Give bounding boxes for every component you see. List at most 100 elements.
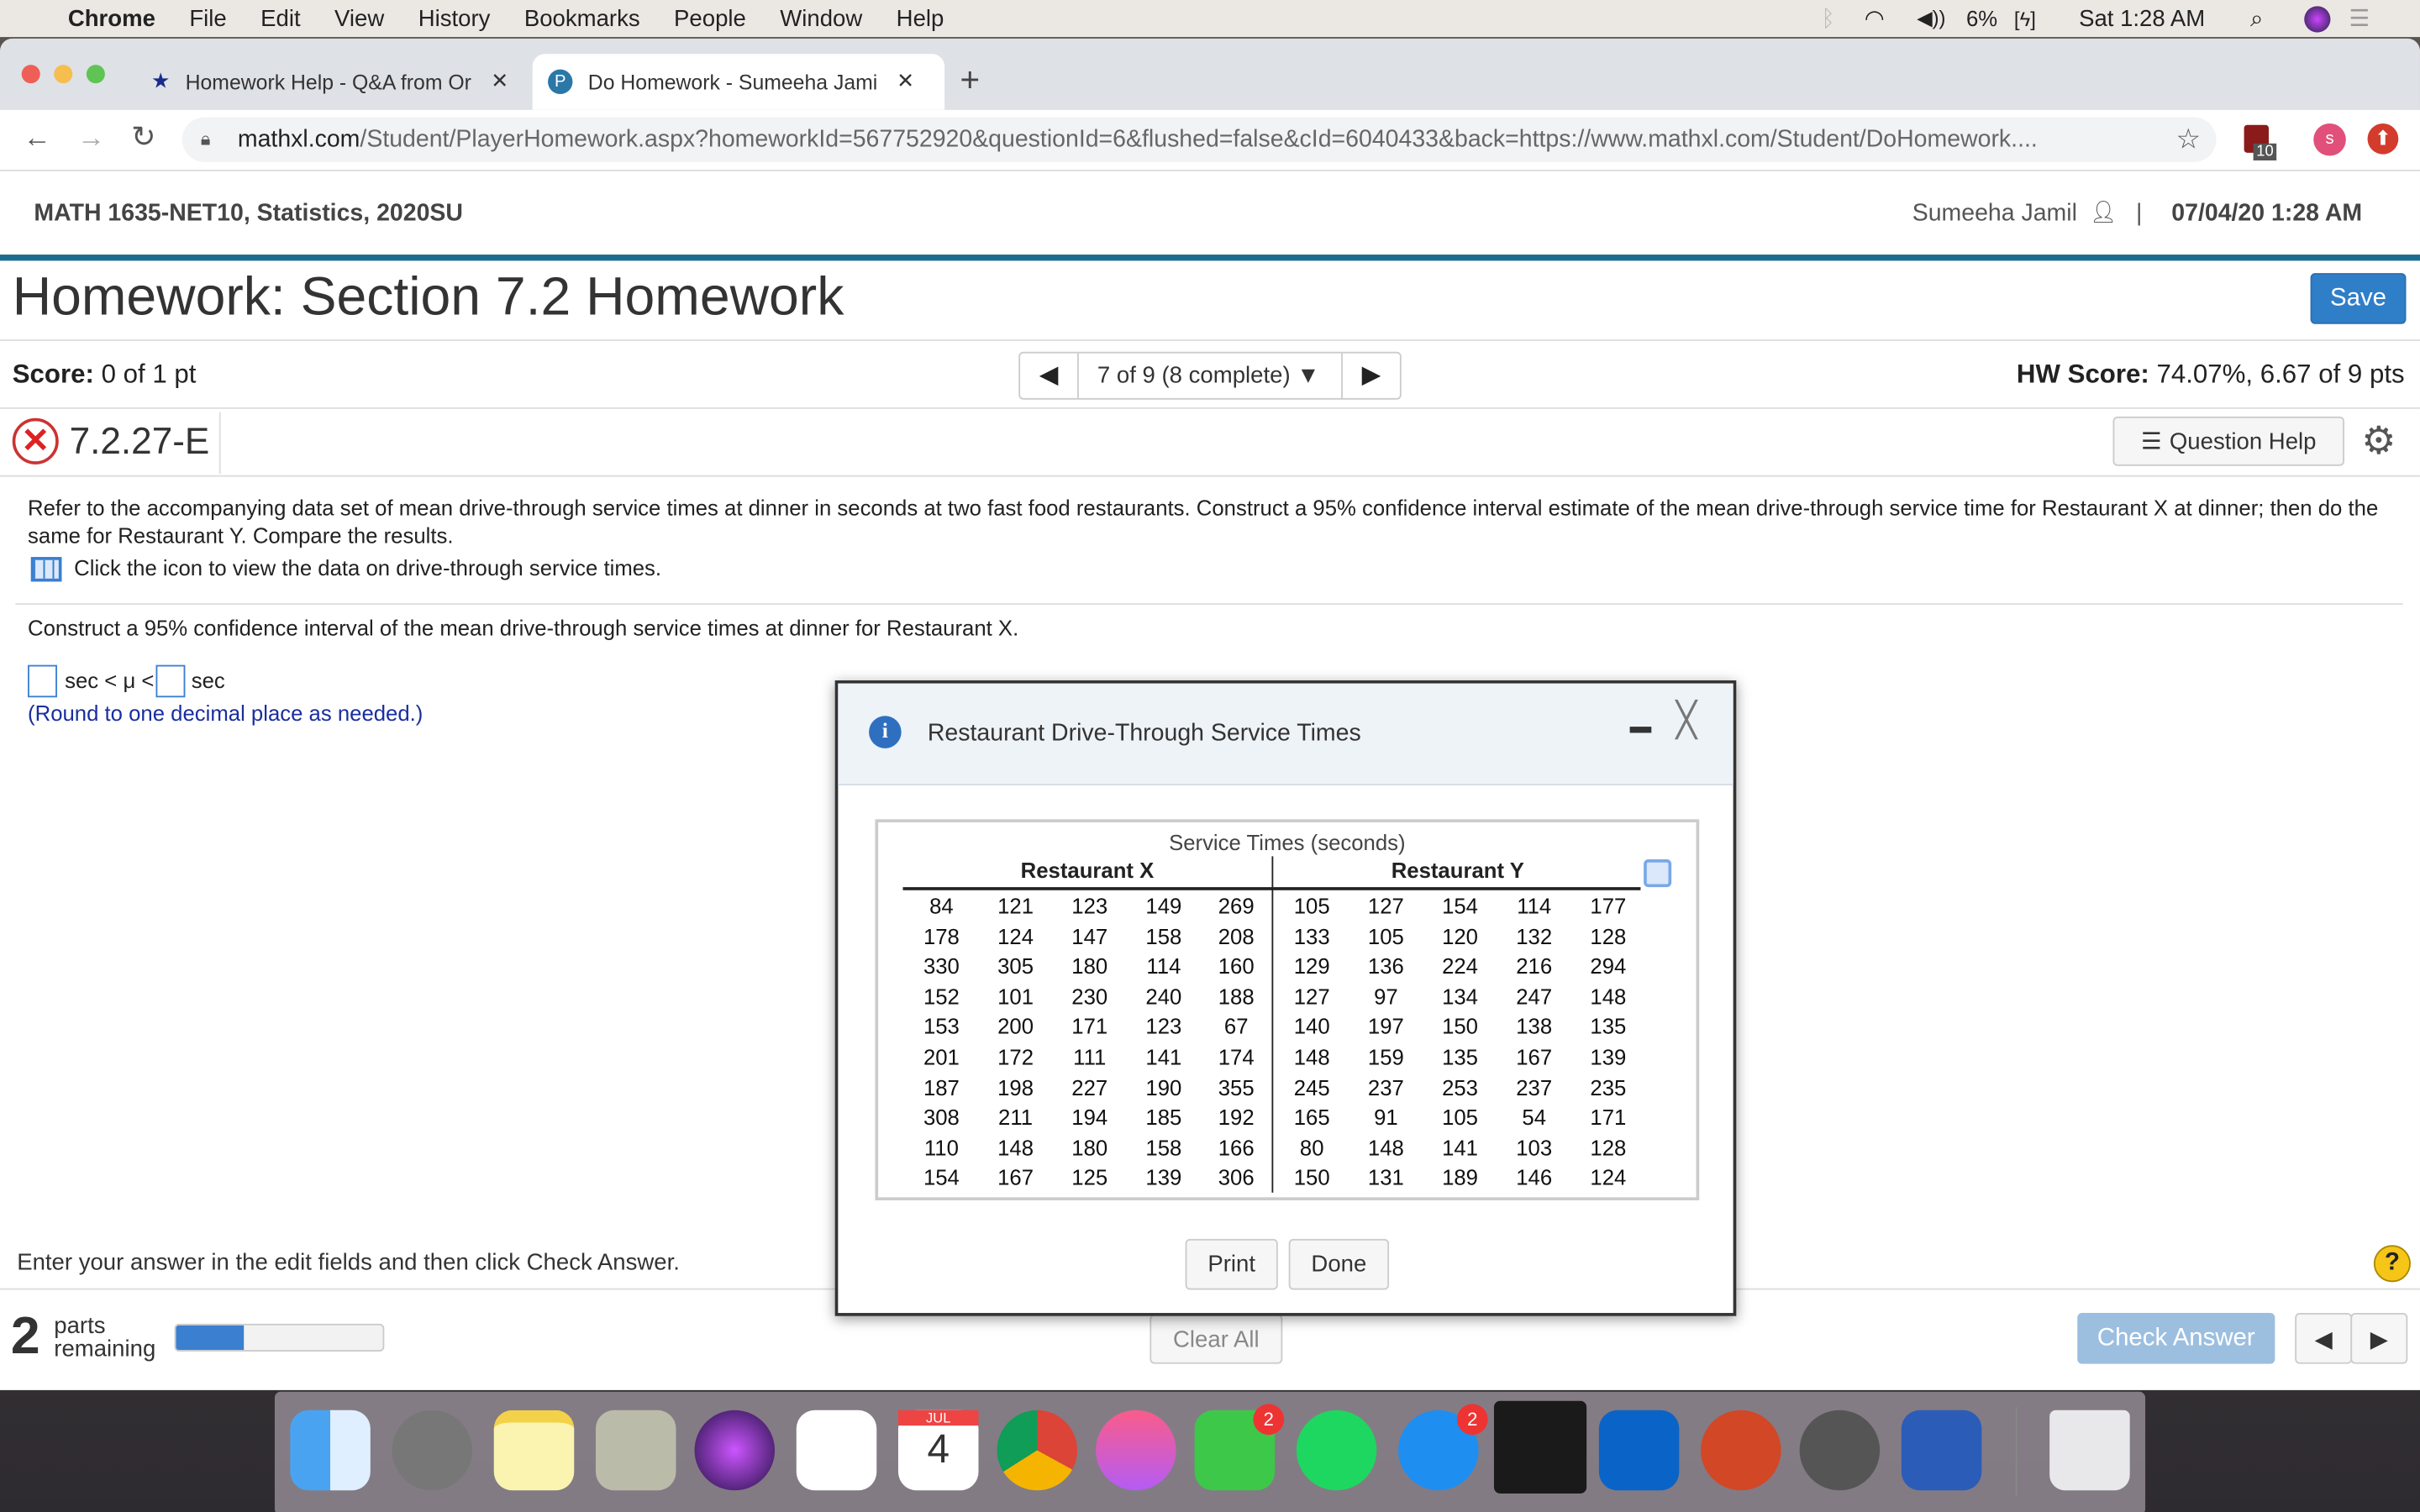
previous-question-button[interactable]: ◀ [1020,353,1079,398]
calendar-icon[interactable]: JUL 4 [897,1410,979,1491]
system-preferences-icon[interactable] [1799,1410,1881,1491]
forward-icon[interactable]: → [77,122,105,155]
table-cell: 237 [1367,1074,1404,1100]
unit-label: sec < μ < [65,668,155,693]
powerpoint-icon[interactable] [1701,1410,1781,1491]
siri-icon[interactable] [2304,6,2331,33]
previous-button[interactable]: ◀ [2295,1313,2353,1364]
table-cell: 200 [997,1014,1034,1039]
question-select[interactable]: 7 of 9 (8 complete) ▼ [1097,363,1320,389]
menu-history[interactable]: History [418,5,491,31]
table-cell: 67 [1223,1014,1249,1039]
table-cell: 125 [1071,1165,1108,1190]
question-navigator: ◀ 7 of 9 (8 complete) ▼ ▶ [1018,351,1402,400]
next-question-button[interactable]: ▶ [1341,353,1400,398]
trash-icon[interactable] [2049,1410,2130,1491]
data-table-icon[interactable] [30,557,62,582]
close-tab-icon[interactable]: ✕ [491,70,508,94]
table-cell: 158 [1145,923,1182,948]
menu-help[interactable]: Help [897,5,944,31]
notification-center-icon[interactable]: ☰ [2349,5,2370,33]
table-cell: 167 [997,1165,1034,1190]
menu-app[interactable]: Chrome [68,5,155,31]
close-window-button[interactable] [21,65,40,84]
menu-bookmarks[interactable]: Bookmarks [524,5,640,31]
table-cell: 133 [1293,923,1330,948]
done-button[interactable]: Done [1288,1238,1390,1290]
minimize-icon[interactable] [1629,727,1652,733]
table-cell: 174 [1218,1044,1255,1069]
table-cell: 121 [997,893,1034,918]
launchpad-icon[interactable] [392,1410,473,1491]
address-bar[interactable]: 🔒︎ mathxl.com/Student/PlayerHomework.asp… [182,117,2217,162]
outlook-icon[interactable] [1598,1410,1680,1491]
menu-view[interactable]: View [334,5,384,31]
settings-gear-icon[interactable]: ⚙ [2361,418,2396,465]
table-cell: 97 [1374,984,1398,1009]
menu-edit[interactable]: Edit [260,5,300,31]
battery-percent[interactable]: 6% [1966,6,1997,30]
help-icon[interactable]: ? [2373,1245,2411,1283]
question-text: Refer to the accompanying data set of me… [28,495,2379,549]
table-cell: 294 [1590,953,1627,979]
music-icon[interactable] [1096,1410,1176,1491]
clock[interactable]: Sat 1:28 AM [2079,5,2205,31]
list-icon: ☰ [2140,428,2162,455]
minimize-window-button[interactable] [54,65,73,84]
bookmark-star-icon[interactable]: ☆ [2175,123,2202,156]
profile-avatar[interactable]: s [2313,123,2346,156]
finder-icon[interactable] [290,1410,371,1491]
menu-people[interactable]: People [674,5,746,31]
table-cell: 154 [923,1165,960,1190]
spotlight-icon[interactable]: ⌕ [2250,5,2263,31]
back-icon[interactable]: ← [24,122,51,155]
lower-bound-input[interactable] [28,664,57,698]
tab-do-homework[interactable]: P Do Homework - Sumeeha Jami ✕ [532,54,945,110]
update-icon[interactable]: ⬆ [2367,123,2399,155]
date-time: 07/04/20 1:28 AM [2171,200,2363,227]
table-cell: 124 [1590,1165,1627,1190]
next-button[interactable]: ▶ [2350,1313,2408,1364]
new-tab-button[interactable]: + [960,60,980,101]
user-name[interactable]: Sumeeha Jamil [1912,201,2077,228]
spotify-icon[interactable] [1296,1410,1377,1491]
notes-icon[interactable] [493,1410,575,1491]
zoom-window-button[interactable] [86,65,105,84]
question-help-button[interactable]: ☰ Question Help [2112,416,2344,466]
clear-all-button[interactable]: Clear All [1150,1314,1283,1364]
rounding-hint: (Round to one decimal place as needed.) [28,700,424,726]
close-tab-icon[interactable]: ✕ [897,70,914,94]
reminders-icon[interactable] [796,1410,877,1491]
kindle-icon[interactable] [1493,1400,1587,1494]
table-cell: 197 [1367,1014,1404,1039]
user-icon: 👤︎ [2089,198,2118,224]
table-cell: 355 [1218,1074,1255,1100]
menu-file[interactable]: File [189,5,226,31]
pearson-icon: P [548,69,573,95]
table-cell: 208 [1218,923,1255,948]
chrome-icon[interactable] [997,1410,1078,1491]
table-cell: 134 [1442,984,1478,1009]
table-cell: 123 [1145,1014,1182,1039]
copy-table-icon[interactable] [1644,859,1672,888]
table-cell: 147 [1071,923,1108,948]
close-icon[interactable]: ╳ [1676,701,1697,741]
header-divider [0,255,2420,261]
check-answer-button[interactable]: Check Answer [2077,1313,2275,1364]
table-cell: 110 [923,1135,959,1160]
table-cell: 150 [1442,1014,1478,1039]
table-cell: 154 [1442,893,1478,918]
word-icon[interactable] [1901,1410,1982,1491]
print-button[interactable]: Print [1185,1238,1278,1290]
upper-bound-input[interactable] [155,664,186,698]
menu-window[interactable]: Window [780,5,862,31]
tab-homework-help[interactable]: ★ Homework Help - Q&A from Or ✕ [136,54,529,109]
calculator-icon[interactable] [595,1410,676,1491]
reload-icon[interactable]: ↻ [131,120,155,155]
wifi-icon[interactable]: ◠ [1865,5,1885,33]
progress-bar [174,1323,385,1352]
bluetooth-icon[interactable]: ᛒ [1821,5,1835,31]
volume-icon[interactable]: ◀)) [1917,6,1945,30]
siri-app-icon[interactable] [694,1410,776,1491]
save-button[interactable]: Save [2310,273,2407,324]
